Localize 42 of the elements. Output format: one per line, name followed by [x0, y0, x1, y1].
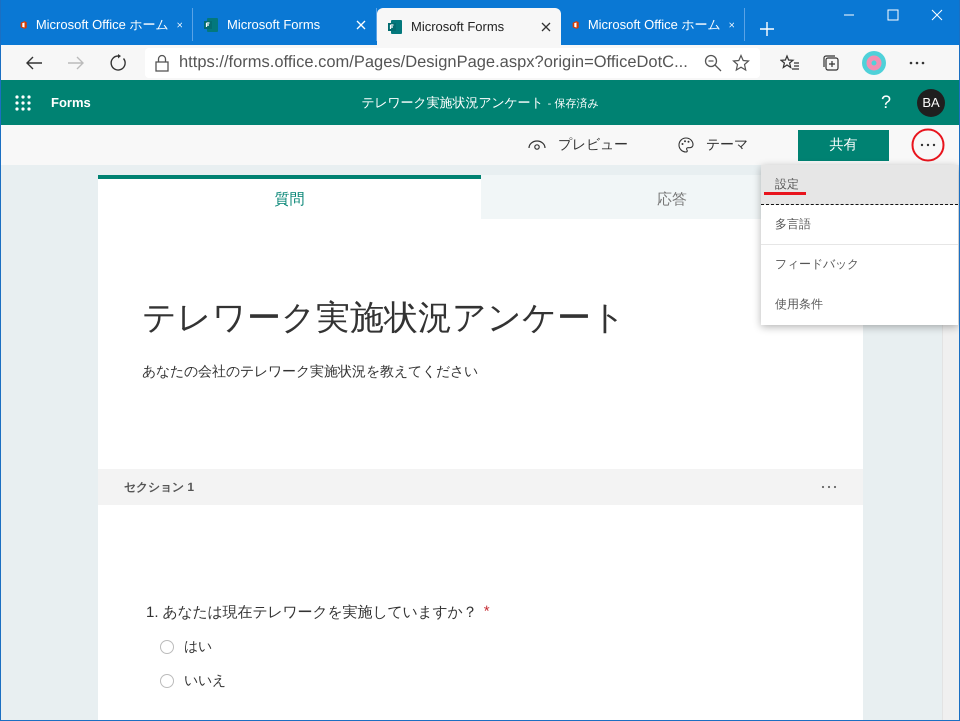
eye-icon	[528, 139, 546, 151]
preview-button[interactable]: プレビュー	[528, 136, 628, 154]
option-label: はい	[184, 638, 212, 656]
share-button[interactable]: 共有	[798, 130, 889, 160]
refresh-icon[interactable]	[109, 54, 127, 72]
form-title: テレワーク実施状況アンケート	[362, 94, 544, 112]
collections-icon[interactable]	[822, 54, 840, 72]
star-icon[interactable]	[732, 54, 750, 72]
address-field[interactable]: https://forms.office.com/Pages/DesignPage.aspx?origin=OfficeDotC...	[145, 48, 760, 78]
theme-button[interactable]: テーマ	[678, 136, 748, 154]
radio-button[interactable]	[160, 674, 174, 688]
zoom-out-icon[interactable]	[704, 54, 722, 72]
palette-icon	[678, 137, 694, 153]
form-title: テレワーク実施状況アンケート	[142, 298, 626, 339]
form-description: あなたの会社のテレワーク実施状況を教えてください	[142, 363, 479, 381]
maximize-icon[interactable]	[887, 9, 899, 21]
more-icon[interactable]	[919, 142, 937, 148]
section-label: セクション 1	[124, 478, 194, 496]
app-launcher-icon[interactable]	[15, 94, 31, 110]
close-icon[interactable]	[541, 22, 551, 32]
forms-logo-icon	[203, 16, 219, 32]
radio-button[interactable]	[160, 640, 174, 654]
option-label: いいえ	[184, 672, 226, 690]
back-icon[interactable]	[25, 54, 43, 72]
lock-icon	[155, 54, 169, 72]
more-icon[interactable]	[821, 485, 837, 489]
menu-item[interactable]: 多言語	[761, 205, 958, 245]
user-avatar[interactable]: BA	[917, 88, 945, 116]
menu-item[interactable]: 設定	[761, 165, 958, 205]
save-status: - 保存済み	[548, 96, 598, 110]
help-button[interactable]: ?	[880, 92, 891, 113]
browser-tab[interactable]: Microsoft Office ホーム	[561, 8, 745, 41]
browser-tab[interactable]: Microsoft Forms	[377, 8, 561, 45]
favorites-icon[interactable]	[780, 54, 800, 72]
menu-item[interactable]: 使用条件	[761, 285, 958, 325]
browser-tab[interactable]: Microsoft Office ホーム	[9, 8, 193, 41]
menu-item[interactable]: フィードバック	[761, 245, 958, 285]
app-name[interactable]: Forms	[51, 95, 91, 110]
forms-logo-icon	[387, 18, 403, 34]
forward-icon	[67, 54, 85, 72]
required-mark: *	[484, 603, 490, 622]
question-text: 1. あなたは現在テレワークを実施していますか？	[146, 603, 478, 622]
